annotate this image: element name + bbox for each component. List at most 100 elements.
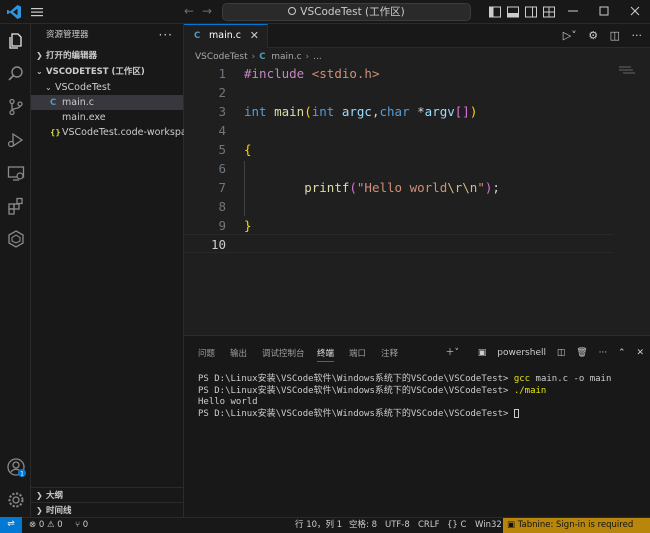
forward-arrow-icon[interactable]: →: [202, 4, 212, 18]
close-window-icon[interactable]: [628, 4, 642, 18]
menu-icon[interactable]: [30, 5, 44, 19]
chevron-down-icon: ⌄: [36, 67, 43, 76]
string-literal: ": [477, 180, 485, 195]
minimap[interactable]: [619, 66, 635, 76]
chevron-right-icon: ›: [251, 52, 256, 62]
brackets: []: [454, 104, 470, 119]
explorer-icon[interactable]: [6, 31, 26, 51]
file-item[interactable]: main.exe: [31, 110, 183, 125]
search-label: VSCodeTest (工作区): [300, 6, 405, 18]
paren: (: [304, 104, 312, 119]
problems-status[interactable]: ⊗ 0 ⚠ 0: [29, 518, 63, 533]
accounts-icon[interactable]: 1: [6, 457, 26, 477]
tab-main-c[interactable]: C main.c ✕: [184, 24, 268, 48]
back-arrow-icon[interactable]: ←: [184, 4, 194, 18]
tabnine-icon[interactable]: [6, 229, 26, 249]
terminal-line: PS D:\Linux安装\VSCode软件\Windows系统下的VSCode…: [198, 386, 611, 398]
param: argc: [341, 104, 372, 119]
encoding[interactable]: UTF-8: [385, 518, 410, 533]
terminal-command: ./main: [513, 385, 547, 396]
split-terminal-icon[interactable]: ◫: [557, 348, 566, 358]
toggle-secondary-sidebar-icon[interactable]: [524, 5, 538, 19]
tab-terminal[interactable]: 终端: [317, 347, 335, 362]
settings-gear-icon[interactable]: ⚙: [588, 29, 598, 42]
status-bar: ⇌ ⊗ 0 ⚠ 0 ⑂ 0 行 10，列 1 空格: 8 UTF-8 CRLF …: [0, 517, 650, 533]
terminal-prompt: PS D:\Linux安装\VSCode软件\Windows系统下的VSCode…: [198, 385, 514, 396]
file-label: VSCodeTest.code-workspace: [62, 127, 198, 138]
source-control-icon[interactable]: [6, 97, 26, 117]
file-item[interactable]: {}VSCodeTest.code-workspace: [31, 125, 198, 140]
close-tab-icon[interactable]: ✕: [250, 25, 259, 47]
run-icon[interactable]: ▷˅: [563, 29, 577, 42]
tab-problems[interactable]: 问题: [198, 347, 215, 359]
language-mode[interactable]: {} C: [447, 518, 466, 533]
trash-icon[interactable]: 🗑: [576, 348, 587, 358]
maximize-icon[interactable]: [597, 4, 611, 18]
shell-label: powershell: [497, 348, 546, 358]
file-label: main.exe: [62, 112, 106, 123]
tabnine-label: Tabnine: Sign-in is required: [517, 520, 634, 530]
minimize-icon[interactable]: [566, 4, 580, 18]
more-actions-icon[interactable]: ···: [159, 24, 173, 46]
indentation[interactable]: 空格: 8: [349, 518, 377, 533]
search-view-icon[interactable]: [6, 64, 26, 84]
chevron-right-icon: ›: [305, 52, 310, 62]
errors-count: ⊗ 0: [29, 520, 45, 530]
cursor-position[interactable]: 行 10，列 1: [295, 518, 342, 533]
run-debug-icon[interactable]: [6, 130, 26, 150]
breadcrumb-folder[interactable]: VSCodeTest: [195, 52, 248, 62]
tab-comments[interactable]: 注释: [381, 347, 398, 359]
toggle-panel-icon[interactable]: [506, 5, 520, 19]
bottom-panel: 问题 输出 调试控制台 终端 端口 注释 ＋˅ ▣ powershell ◫ 🗑…: [184, 335, 650, 517]
maximize-panel-icon[interactable]: ⌃: [618, 348, 626, 358]
end-of-line[interactable]: CRLF: [418, 518, 439, 533]
code-line: 7 printf("Hello world\r\n");: [184, 178, 614, 197]
open-editors-section[interactable]: ❯ 打开的编辑器: [31, 48, 183, 64]
command-center-search[interactable]: VSCodeTest (工作区): [222, 3, 471, 21]
vscode-logo-icon: [7, 5, 21, 19]
terminal-line: PS D:\Linux安装\VSCode软件\Windows系统下的VSCode…: [198, 374, 611, 386]
toggle-sidebar-icon[interactable]: [488, 5, 502, 19]
search-icon: [288, 7, 297, 15]
terminal-shell-selector[interactable]: ▣ powershell: [470, 348, 546, 358]
more-actions-icon[interactable]: ···: [599, 348, 608, 358]
manage-gear-icon[interactable]: [6, 490, 26, 510]
close-panel-icon[interactable]: ✕: [636, 348, 644, 358]
remote-explorer-icon[interactable]: [6, 163, 26, 183]
tab-output[interactable]: 输出: [230, 347, 247, 359]
line-number: 4: [218, 123, 226, 138]
breadcrumb-symbol[interactable]: ...: [313, 52, 322, 62]
more-actions-icon[interactable]: ···: [632, 29, 643, 42]
remote-indicator-icon[interactable]: ⇌: [0, 517, 22, 533]
terminal-output[interactable]: PS D:\Linux安装\VSCode软件\Windows系统下的VSCode…: [198, 374, 611, 420]
function-call: printf: [304, 180, 350, 195]
warnings-count: ⚠ 0: [46, 520, 63, 530]
editor-actions: ▷˅ ⚙ ◫ ···: [555, 29, 642, 42]
customize-layout-icon[interactable]: [542, 5, 556, 19]
ports-status[interactable]: ⑂ 0: [75, 518, 88, 533]
editor-tabs: C main.c ✕ ▷˅ ⚙ ◫ ···: [184, 24, 650, 48]
tab-label: main.c: [209, 30, 242, 41]
tabnine-status[interactable]: ▣ Tabnine: Sign-in is required: [503, 518, 650, 533]
code-line: 2: [184, 83, 614, 102]
split-editor-icon[interactable]: ◫: [610, 29, 620, 42]
folder-vscodetest[interactable]: ⌄ VSCodeTest: [31, 80, 183, 95]
line-number: 10: [210, 237, 226, 252]
new-terminal-icon[interactable]: ＋˅: [445, 348, 459, 358]
include-directive: #include: [244, 66, 305, 81]
extensions-icon[interactable]: [6, 196, 26, 216]
tab-ports[interactable]: 端口: [349, 347, 366, 359]
type-keyword: char: [379, 104, 410, 119]
terminal-prompt: PS D:\Linux安装\VSCode软件\Windows系统下的VSCode…: [198, 408, 514, 419]
tab-debug-console[interactable]: 调试控制台: [262, 347, 305, 359]
code-line: 3 int main(int argc,char *argv[]): [184, 102, 614, 121]
workspace-section[interactable]: ⌄ VSCODETEST (工作区): [31, 64, 183, 80]
workspace-label: VSCODETEST (工作区): [46, 67, 145, 77]
code-editor[interactable]: 1 #include <stdio.h> 2 3 int main(int ar…: [184, 66, 650, 335]
platform[interactable]: Win32: [475, 518, 502, 533]
file-item[interactable]: Cmain.c: [31, 95, 183, 110]
workspace-file-icon: {}: [50, 128, 61, 137]
escape-sequence: \r\n: [447, 180, 478, 195]
open-editors-label: 打开的编辑器: [46, 51, 98, 61]
breadcrumb-file[interactable]: main.c: [271, 52, 301, 62]
